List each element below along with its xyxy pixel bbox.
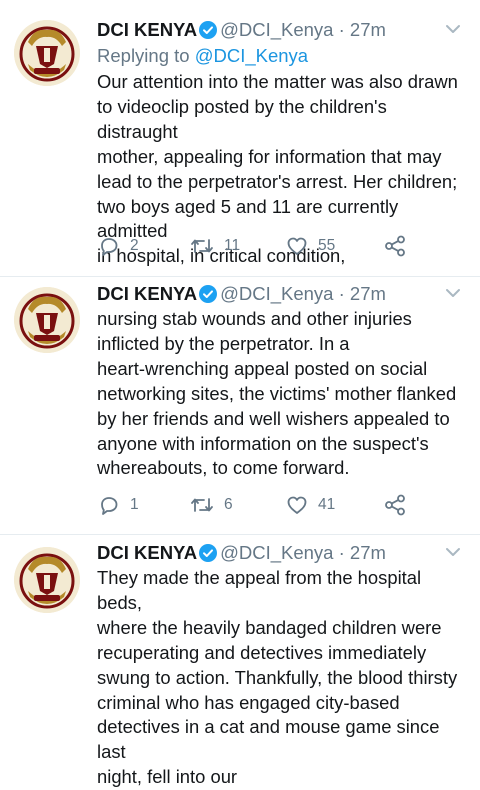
tweet-actions: 1 6 41 bbox=[98, 492, 418, 518]
chevron-down-icon[interactable] bbox=[444, 543, 462, 567]
user-handle[interactable]: @DCI_Kenya bbox=[220, 283, 333, 304]
share-icon bbox=[385, 494, 405, 516]
share-icon bbox=[385, 235, 405, 257]
replying-to-handle[interactable]: @DCI_Kenya bbox=[195, 45, 308, 66]
display-name[interactable]: DCI KENYA bbox=[97, 283, 197, 304]
retweet-icon bbox=[191, 498, 213, 512]
like-button[interactable]: 55 bbox=[286, 233, 335, 259]
chevron-down-icon[interactable] bbox=[444, 284, 462, 308]
verified-badge-icon bbox=[199, 285, 218, 309]
reply-button[interactable]: 2 bbox=[98, 233, 139, 259]
reply-count: 1 bbox=[130, 496, 139, 513]
separator-dot: · bbox=[338, 542, 345, 563]
share-button[interactable] bbox=[384, 233, 406, 259]
like-button[interactable]: 41 bbox=[286, 492, 335, 518]
heart-icon bbox=[287, 496, 307, 514]
replying-to: Replying to @DCI_Kenya bbox=[97, 44, 308, 68]
reply-count: 2 bbox=[130, 237, 139, 254]
dci-logo-icon bbox=[14, 287, 80, 353]
display-name[interactable]: DCI KENYA bbox=[97, 542, 197, 563]
dci-logo-icon bbox=[14, 547, 80, 613]
tweet-header: DCI KENYA @DCI_Kenya · 27m bbox=[97, 282, 462, 306]
like-count: 55 bbox=[318, 237, 336, 254]
avatar[interactable] bbox=[14, 547, 80, 613]
retweet-button[interactable]: 6 bbox=[190, 492, 233, 518]
reply-icon bbox=[101, 497, 118, 515]
share-button[interactable] bbox=[384, 492, 406, 518]
user-handle[interactable]: @DCI_Kenya bbox=[220, 542, 333, 563]
separator-dot: · bbox=[338, 283, 345, 304]
verified-badge-icon bbox=[199, 544, 218, 568]
reply-icon bbox=[101, 238, 118, 256]
separator-dot: · bbox=[338, 19, 345, 40]
replying-to-label: Replying to bbox=[97, 45, 190, 66]
tweet-header: DCI KENYA @DCI_Kenya · 27m bbox=[97, 541, 462, 565]
chevron-down-icon[interactable] bbox=[444, 20, 462, 44]
avatar[interactable] bbox=[14, 20, 80, 86]
dci-logo-icon bbox=[14, 20, 80, 86]
tweet[interactable]: DCI KENYA @DCI_Kenya · 27m nursing stab w… bbox=[0, 277, 480, 535]
tweet-actions: 2 11 55 bbox=[98, 233, 418, 259]
display-name[interactable]: DCI KENYA bbox=[97, 19, 197, 40]
user-handle[interactable]: @DCI_Kenya bbox=[220, 19, 333, 40]
heart-icon bbox=[287, 237, 307, 255]
retweet-count: 11 bbox=[224, 237, 241, 254]
timestamp[interactable]: 27m bbox=[350, 283, 386, 304]
retweet-icon bbox=[191, 239, 213, 253]
timestamp[interactable]: 27m bbox=[350, 19, 386, 40]
retweet-count: 6 bbox=[224, 496, 233, 513]
reply-button[interactable]: 1 bbox=[98, 492, 139, 518]
verified-badge-icon bbox=[199, 21, 218, 45]
tweet[interactable]: DCI KENYA @DCI_Kenya · 27m Replying to @D… bbox=[0, 0, 480, 277]
tweet-text: nursing stab wounds and other injuries i… bbox=[97, 308, 457, 479]
tweet[interactable]: DCI KENYA @DCI_Kenya · 27m They made the … bbox=[0, 535, 480, 787]
tweet-header: DCI KENYA @DCI_Kenya · 27m bbox=[97, 18, 462, 42]
timestamp[interactable]: 27m bbox=[350, 542, 386, 563]
retweet-button[interactable]: 11 bbox=[190, 233, 240, 259]
like-count: 41 bbox=[318, 496, 336, 513]
avatar[interactable] bbox=[14, 287, 80, 353]
tweet-text: They made the appeal from the hospital b… bbox=[97, 567, 458, 788]
